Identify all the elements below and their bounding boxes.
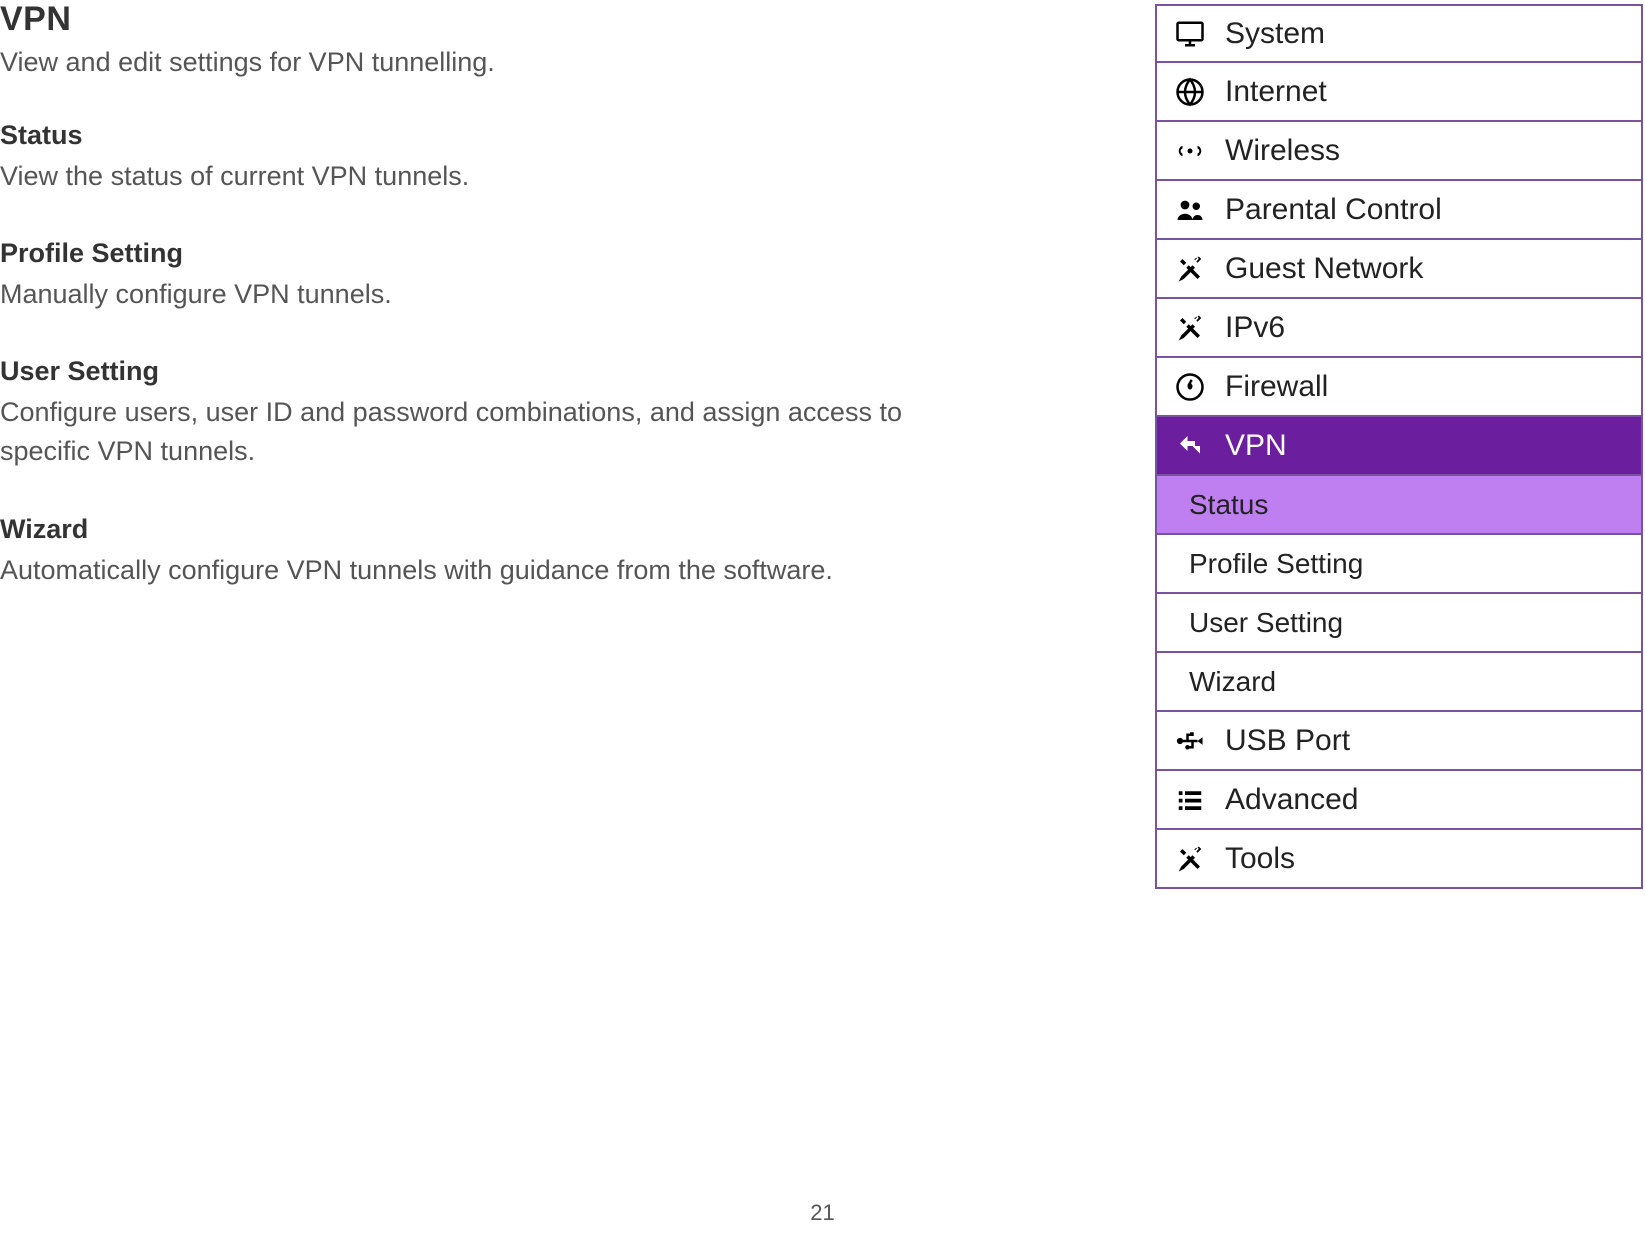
nav-item-usb-port[interactable]: USB Port (1157, 712, 1641, 771)
section-wizard: Wizard Automatically configure VPN tunne… (0, 514, 990, 590)
page-title: VPN (0, 0, 990, 39)
section-heading: Wizard (0, 514, 990, 545)
users-icon (1171, 195, 1209, 225)
nav-label: Guest Network (1225, 252, 1423, 286)
nav-item-wireless[interactable]: Wireless (1157, 122, 1641, 181)
nav-item-guest-network[interactable]: Guest Network (1157, 240, 1641, 299)
firewall-icon (1171, 372, 1209, 402)
globe-icon (1171, 77, 1209, 107)
sub-item-profile-setting[interactable]: Profile Setting (1157, 535, 1641, 594)
nav-item-parental-control[interactable]: Parental Control (1157, 181, 1641, 240)
nav-label: Tools (1225, 842, 1295, 876)
nav-item-system[interactable]: System (1157, 4, 1641, 63)
vpn-icon (1171, 431, 1209, 461)
sub-item-status[interactable]: Status (1157, 476, 1641, 535)
nav-label: Advanced (1225, 783, 1358, 817)
nav-label: System (1225, 17, 1325, 51)
section-heading: Status (0, 120, 990, 151)
nav-label: USB Port (1225, 724, 1350, 758)
page-number: 21 (0, 1200, 1645, 1226)
sub-label: Wizard (1189, 666, 1276, 698)
section-heading: User Setting (0, 356, 990, 387)
tools-icon (1171, 313, 1209, 343)
sub-label: Profile Setting (1189, 548, 1363, 580)
wifi-icon (1171, 136, 1209, 166)
main-content: VPN View and edit settings for VPN tunne… (0, 0, 1000, 632)
nav-item-advanced[interactable]: Advanced (1157, 771, 1641, 830)
sidebar-nav: System Internet Wireless Parental Contro… (1155, 4, 1643, 889)
section-profile-setting: Profile Setting Manually configure VPN t… (0, 238, 990, 314)
page-subtitle: View and edit settings for VPN tunnellin… (0, 47, 990, 78)
section-status: Status View the status of current VPN tu… (0, 120, 990, 196)
tools-icon (1171, 254, 1209, 284)
nav-label: Wireless (1225, 134, 1340, 168)
nav-item-internet[interactable]: Internet (1157, 63, 1641, 122)
nav-label: VPN (1225, 429, 1287, 463)
sub-item-wizard[interactable]: Wizard (1157, 653, 1641, 712)
monitor-icon (1171, 19, 1209, 49)
tools-icon (1171, 844, 1209, 874)
nav-item-firewall[interactable]: Firewall (1157, 358, 1641, 417)
nav-label: IPv6 (1225, 311, 1285, 345)
nav-label: Parental Control (1225, 193, 1442, 227)
sub-label: User Setting (1189, 607, 1343, 639)
section-heading: Profile Setting (0, 238, 990, 269)
section-desc: Configure users, user ID and password co… (0, 393, 980, 471)
section-desc: Automatically configure VPN tunnels with… (0, 551, 980, 590)
nav-label: Firewall (1225, 370, 1328, 404)
nav-item-tools[interactable]: Tools (1157, 830, 1641, 889)
nav-item-vpn[interactable]: VPN (1157, 417, 1641, 476)
list-icon (1171, 785, 1209, 815)
section-user-setting: User Setting Configure users, user ID an… (0, 356, 990, 471)
nav-label: Internet (1225, 75, 1327, 109)
usb-icon (1171, 726, 1209, 756)
section-desc: View the status of current VPN tunnels. (0, 157, 980, 196)
sub-item-user-setting[interactable]: User Setting (1157, 594, 1641, 653)
sub-label: Status (1189, 489, 1268, 521)
nav-item-ipv6[interactable]: IPv6 (1157, 299, 1641, 358)
section-desc: Manually configure VPN tunnels. (0, 275, 980, 314)
